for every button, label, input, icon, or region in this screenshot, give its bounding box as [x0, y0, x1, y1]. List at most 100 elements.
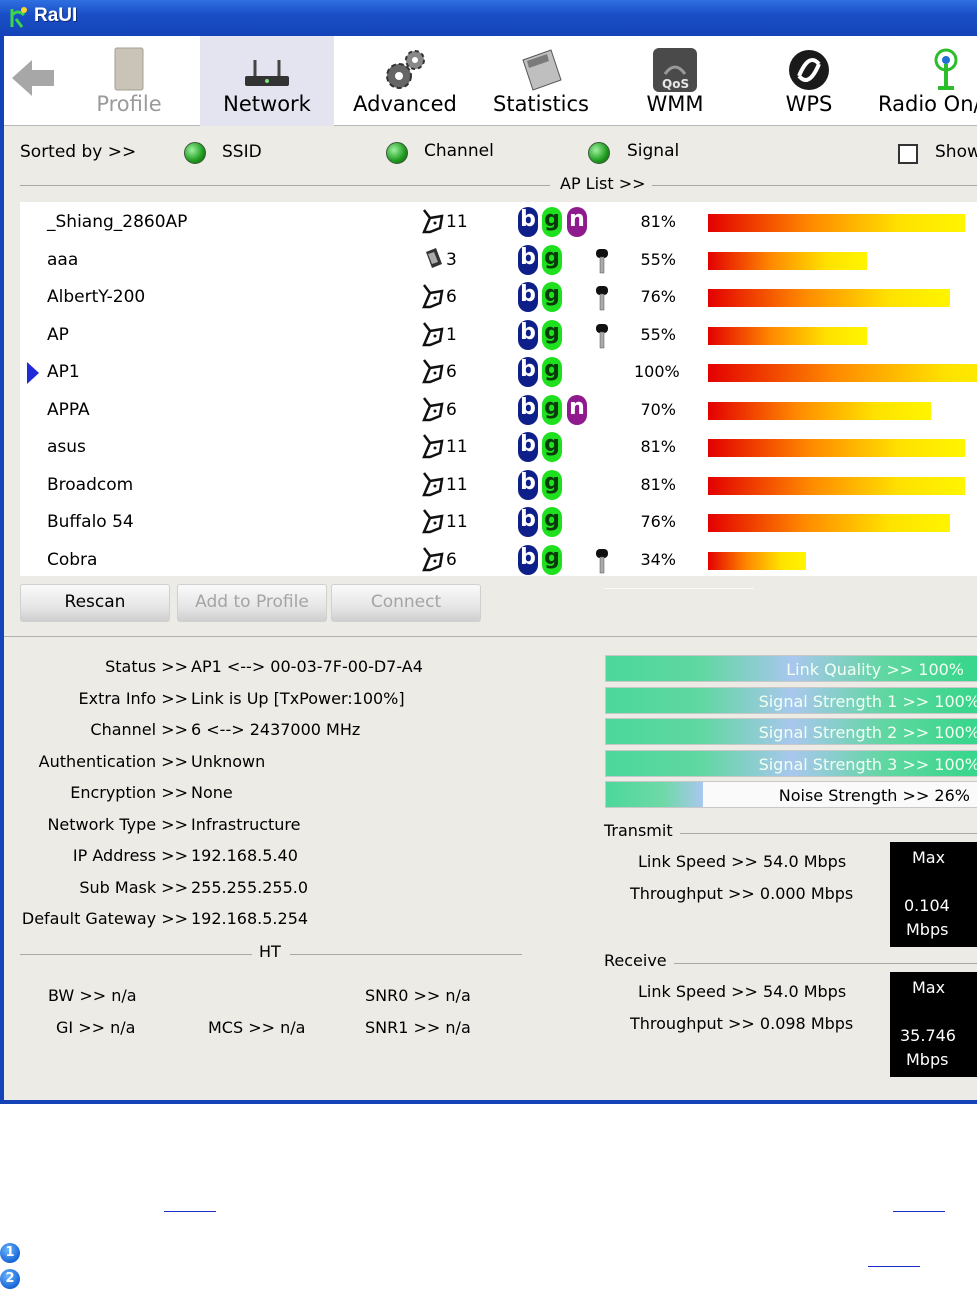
infrastructure-icon: [422, 471, 444, 496]
show-label: Show: [935, 142, 977, 162]
transmit-max-value: 0.104: [904, 896, 950, 915]
link-underline-1[interactable]: [164, 1211, 216, 1212]
lock-key-icon: [596, 286, 608, 311]
channel-value: 6 <--> 2437000 MHz: [191, 720, 361, 739]
ap-ssid: Broadcom: [47, 474, 134, 495]
ap-signal-percent: 100%: [634, 362, 680, 381]
toolbar-wmm-label: WMM: [646, 92, 704, 116]
mode-b-badge: b: [518, 319, 538, 350]
mode-b-badge: b: [518, 207, 538, 237]
transmit-max-unit: Mbps: [906, 920, 949, 939]
infrastructure-icon: [422, 509, 444, 534]
sort-signal-radio[interactable]: [588, 142, 610, 164]
mode-b-badge: b: [518, 544, 538, 575]
ap-signal-percent: 81%: [640, 474, 676, 494]
receive-max-value: 35.746: [900, 1026, 956, 1045]
transmit-header: Transmit: [598, 821, 679, 840]
link-quality-bar: Link Quality >> 100%: [605, 655, 977, 682]
ap-list-separator-left: [20, 185, 550, 186]
toolbar-statistics[interactable]: Statistics: [476, 36, 606, 126]
ap-channel: 11: [446, 512, 468, 532]
ap-signal-bar: [708, 289, 950, 307]
transmit-throughput: Throughput >> 0.000 Mbps: [630, 884, 854, 903]
bw-value: BW >> n/a: [48, 986, 137, 1005]
ap-channel: 6: [446, 549, 457, 570]
ap-row[interactable]: Broadcom 11 b g 81%: [20, 466, 977, 503]
toolbar-wmm[interactable]: QoS WMM: [610, 36, 740, 126]
window-title: RaUI: [34, 5, 78, 26]
ap-row[interactable]: Cobra 6 b g 34%: [20, 541, 977, 577]
sort-ssid-radio[interactable]: [184, 142, 206, 164]
ap-signal-bar: [708, 214, 965, 232]
ap-signal-percent: 55%: [640, 249, 676, 269]
ap-row[interactable]: AP 1 b g 55%: [20, 316, 977, 353]
ht-header: HT: [253, 942, 287, 961]
sort-ssid-label: SSID: [222, 142, 262, 162]
ap-row[interactable]: aaa 3 b g 55%: [20, 241, 977, 278]
ap-ssid: AlbertY-200: [47, 287, 146, 307]
toolbar-network[interactable]: Network: [200, 36, 334, 126]
mode-g-badge: g: [542, 394, 562, 425]
main-window: Profile Network Advanced Statistics QoS …: [0, 36, 977, 1104]
signal-strength-1-text: Signal Strength 1 >> 100%: [758, 692, 977, 711]
mode-g-badge: g: [542, 507, 562, 537]
sort-channel-radio[interactable]: [386, 142, 408, 164]
channel-label: Channel >>: [90, 720, 188, 739]
ap-row[interactable]: AP1 6 b g 100%: [20, 353, 977, 390]
transmit-link-speed: Link Speed >> 54.0 Mbps: [638, 852, 847, 871]
ap-channel: 3: [446, 249, 457, 270]
rescan-button[interactable]: Rescan: [20, 584, 170, 622]
toolbar-wps[interactable]: WPS: [744, 36, 874, 126]
toolbar-advanced[interactable]: Advanced: [340, 36, 470, 126]
snr0-value: SNR0 >> n/a: [365, 986, 471, 1005]
ap-signal-bar: [708, 551, 806, 570]
ap-row[interactable]: APPA 6 b g n 70%: [20, 391, 977, 428]
infrastructure-icon: [422, 359, 444, 384]
ap-row[interactable]: AlbertY-200 6 b g 76%: [20, 278, 977, 315]
toolbar-wps-label: WPS: [785, 92, 833, 116]
toolbar-radio[interactable]: Radio On/: [874, 36, 977, 126]
ap-signal-percent: 76%: [640, 512, 676, 531]
ip-address-label: IP Address >>: [72, 846, 188, 865]
mode-g-badge: g: [542, 357, 562, 387]
connect-button[interactable]: Connect: [331, 584, 481, 622]
ap-ssid: AP: [47, 324, 69, 345]
mode-b-badge: b: [518, 507, 538, 537]
add-to-profile-button[interactable]: Add to Profile: [177, 584, 327, 622]
authentication-label: Authentication >>: [38, 752, 188, 771]
receive-max-unit: Mbps: [906, 1050, 949, 1069]
ap-row[interactable]: asus 11 b g 81%: [20, 428, 977, 465]
wps-icon: [789, 50, 829, 90]
toolbar-profile[interactable]: Profile: [64, 36, 194, 126]
infrastructure-icon: [422, 434, 444, 459]
ap-ssid: asus: [47, 437, 86, 457]
link-underline-3[interactable]: [868, 1266, 920, 1267]
signal-strength-2-text: Signal Strength 2 >> 100%: [758, 723, 977, 742]
mode-b-badge: b: [518, 432, 538, 462]
ap-list[interactable]: _Shiang_2860AP 11 b g n 81% aaa 3 b g 55% AlbertY-2…: [20, 202, 977, 576]
ap-ssid: AP1: [47, 362, 80, 382]
ap-channel: 1: [446, 324, 457, 345]
link-underline-2[interactable]: [893, 1211, 945, 1212]
ap-channel: 6: [446, 399, 457, 420]
ap-list-separator-right: [650, 185, 977, 186]
footnote-2-icon: 2: [0, 1269, 20, 1289]
signal-strength-3-text: Signal Strength 3 >> 100%: [758, 755, 977, 774]
receive-link-speed: Link Speed >> 54.0 Mbps: [638, 982, 847, 1001]
ap-row[interactable]: Buffalo 54 11 b g 76%: [20, 503, 977, 540]
mode-b-badge: b: [518, 394, 538, 425]
antenna-icon: [934, 48, 958, 90]
show-checkbox[interactable]: [898, 144, 918, 164]
ap-signal-percent: 76%: [640, 287, 676, 306]
transmit-max-label: Max: [912, 848, 946, 867]
gi-value: GI >> n/a: [56, 1018, 136, 1037]
ap-row[interactable]: _Shiang_2860AP 11 b g n 81%: [20, 203, 977, 240]
mode-b-badge: b: [518, 357, 538, 387]
back-arrow-icon[interactable]: [10, 54, 58, 102]
ap-channel: 6: [446, 362, 457, 382]
signal-strength-1-bar: Signal Strength 1 >> 100%: [605, 687, 977, 714]
default-gateway-label: Default Gateway >>: [21, 909, 188, 928]
ap-channel: 11: [446, 437, 468, 457]
svg-text:QoS: QoS: [662, 77, 689, 91]
raui-logo-icon: [10, 7, 27, 28]
